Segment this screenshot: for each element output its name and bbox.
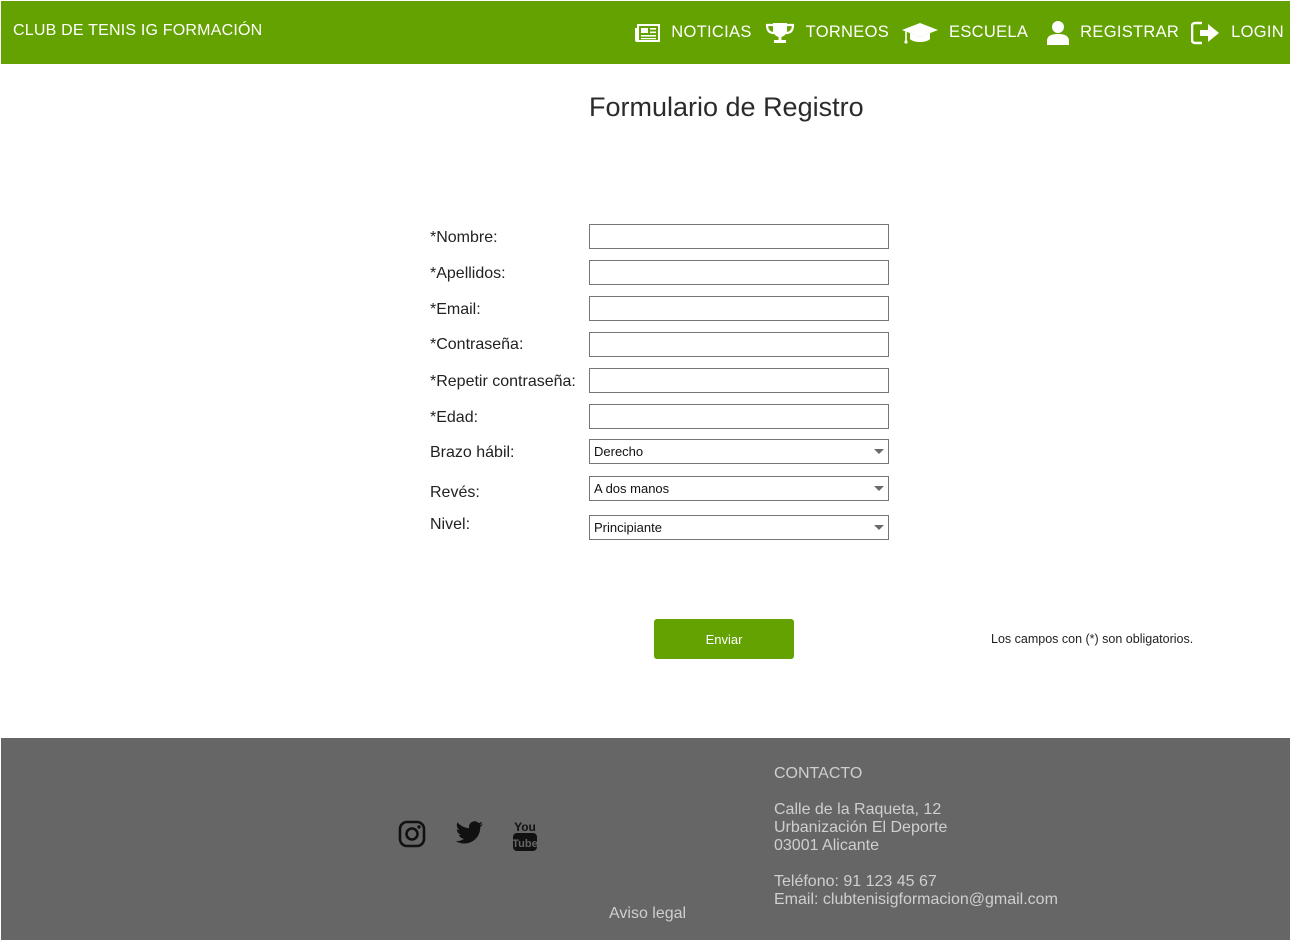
nivel-select[interactable]: Principiante	[589, 515, 889, 540]
brand-title[interactable]: CLUB DE TENIS IG FORMACIÓN	[13, 22, 262, 40]
nav-label-escuela: ESCUELA	[949, 23, 1029, 41]
nav-label-noticias: NOTICIAS	[671, 23, 752, 41]
apellidos-label: *Apellidos:	[430, 265, 506, 282]
repetir-contrasena-label: *Repetir contraseña:	[430, 373, 576, 390]
contrasena-label: *Contraseña:	[430, 336, 524, 353]
nivel-label: Nivel:	[430, 516, 471, 533]
nav-label-login: LOGIN	[1231, 23, 1284, 41]
contrasena-input[interactable]	[589, 332, 889, 357]
enviar-button[interactable]: Enviar	[654, 619, 794, 659]
page-title: Formulario de Registro	[589, 92, 864, 122]
repetir-contrasena-input[interactable]	[589, 368, 889, 393]
nav-label-registrar: REGISTRAR	[1080, 23, 1180, 41]
sign-in-icon	[1191, 21, 1221, 45]
user-icon	[1046, 20, 1070, 46]
brazo-habil-select[interactable]: Derecho	[589, 439, 889, 464]
reves-select[interactable]: A dos manos	[589, 476, 889, 501]
email-input[interactable]	[589, 296, 889, 321]
email-label: *Email:	[430, 301, 481, 318]
contact-email: Email: clubtenisigformacion@gmail.com	[774, 891, 1058, 908]
chevron-down-icon	[874, 525, 884, 530]
contact-heading: CONTACTO	[774, 765, 863, 782]
apellidos-input[interactable]	[589, 260, 889, 285]
nav-label-torneos: TORNEOS	[805, 23, 890, 41]
contact-address-line3: 03001 Alicante	[774, 837, 879, 854]
nombre-input[interactable]	[589, 224, 889, 249]
contact-phone: Teléfono: 91 123 45 67	[774, 873, 937, 890]
nav-item-noticias[interactable]: NOTICIAS	[635, 23, 751, 43]
edad-label: *Edad:	[430, 409, 479, 426]
chevron-down-icon	[874, 486, 884, 491]
footer: You Tube Aviso legal CONTACTO Calle de l…	[1, 738, 1290, 940]
youtube-icon: You Tube	[512, 818, 538, 857]
twitter-link[interactable]	[455, 820, 485, 851]
contact-address-line2: Urbanización El Deporte	[774, 819, 948, 836]
nombre-label: *Nombre:	[430, 229, 498, 246]
required-fields-note: Los campos con (*) son obligatorios.	[991, 632, 1194, 646]
reves-label: Revés:	[430, 484, 480, 501]
reves-value: A dos manos	[594, 481, 670, 496]
svg-text:You: You	[514, 820, 536, 834]
instagram-link[interactable]	[398, 820, 426, 853]
twitter-icon	[455, 820, 485, 851]
edad-input[interactable]	[589, 404, 889, 429]
newspaper-icon	[635, 23, 661, 43]
instagram-icon	[398, 820, 426, 853]
chevron-down-icon	[874, 449, 884, 454]
graduation-cap-icon	[901, 20, 939, 46]
youtube-link[interactable]: You Tube	[512, 818, 538, 857]
main-nav: NOTICIAS TORNEOS ESCUELA REGISTRAR LOGIN	[623, 1, 1284, 64]
nav-item-login[interactable]: LOGIN	[1191, 21, 1284, 45]
brazo-habil-label: Brazo hábil:	[430, 444, 515, 461]
contact-address-line1: Calle de la Raqueta, 12	[774, 801, 942, 818]
top-navbar: CLUB DE TENIS IG FORMACIÓN NOTICIAS TORN…	[1, 1, 1290, 64]
nivel-value: Principiante	[594, 520, 662, 535]
aviso-legal-link[interactable]: Aviso legal	[609, 905, 686, 923]
nav-item-escuela[interactable]: ESCUELA	[901, 20, 1028, 46]
nav-item-registrar[interactable]: REGISTRAR	[1040, 20, 1179, 46]
nav-item-torneos[interactable]: TORNEOS	[764, 21, 889, 45]
trophy-icon	[764, 21, 796, 45]
brazo-habil-value: Derecho	[594, 444, 644, 459]
svg-text:Tube: Tube	[512, 838, 537, 850]
